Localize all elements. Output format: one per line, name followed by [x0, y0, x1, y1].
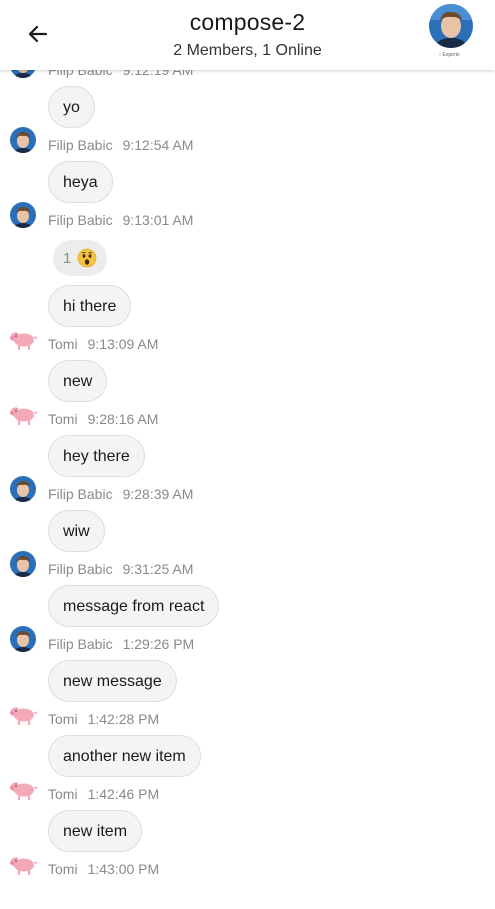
message-meta: Filip Babic 9:12:54 AM: [0, 127, 495, 159]
svg-text:‹: ‹: [439, 52, 441, 58]
message-time: 9:13:09 AM: [87, 336, 159, 352]
reaction-row: 1: [0, 234, 495, 283]
message-bubble[interactable]: wiw: [48, 510, 105, 552]
message-bubble[interactable]: new: [48, 360, 108, 402]
reaction-chip[interactable]: 1: [53, 240, 108, 276]
pig-icon[interactable]: [8, 401, 38, 431]
message-row: wiw: [0, 508, 495, 557]
channel-subtitle: 2 Members, 1 Online: [173, 42, 322, 59]
message-row: new: [0, 358, 495, 407]
message-meta: Tomi 1:42:46 PM: [0, 782, 495, 808]
user-avatar[interactable]: [8, 626, 38, 656]
astonished-face-icon: [78, 248, 97, 268]
sender-name: Tomi: [48, 861, 78, 877]
message-meta: Tomi 9:28:16 AM: [0, 407, 495, 433]
channel-avatar[interactable]: Experts ‹: [427, 4, 475, 64]
avatar-badge-text: Experts: [443, 52, 460, 58]
message-time: 9:31:25 AM: [122, 561, 194, 577]
message-row: message from react: [0, 583, 495, 632]
message-time: 9:28:16 AM: [87, 411, 159, 427]
message-row: yo: [0, 84, 495, 133]
sender-name: Filip Babic: [48, 212, 113, 228]
message-meta: Filip Babic 9:13:01 AM: [0, 202, 495, 234]
sender-name: Filip Babic: [48, 636, 113, 652]
message-time: 1:42:46 PM: [87, 786, 160, 802]
message-meta: Tomi 9:13:09 AM: [0, 332, 495, 358]
user-avatar[interactable]: [8, 551, 38, 581]
message-row: new message: [0, 658, 495, 707]
pig-icon[interactable]: [8, 701, 38, 731]
reaction-count: 1: [63, 249, 72, 267]
sender-name: Filip Babic: [48, 137, 113, 153]
message-bubble[interactable]: new item: [48, 810, 143, 852]
channel-title: compose-2: [189, 9, 306, 35]
message-row: heya: [0, 159, 495, 208]
pig-icon[interactable]: [8, 851, 38, 881]
user-avatar[interactable]: [8, 476, 38, 506]
message-bubble[interactable]: yo: [48, 86, 95, 128]
message-bubble[interactable]: hi there: [48, 285, 132, 327]
message-list[interactable]: Filip Babic 9:12:19 AM yo Filip Babic 9:12…: [0, 52, 495, 883]
user-avatar[interactable]: [8, 202, 38, 232]
message-row: hi there: [0, 283, 495, 332]
sender-name: Tomi: [48, 411, 78, 427]
message-row: new item: [0, 808, 495, 857]
message-time: 1:42:28 PM: [87, 711, 160, 727]
sender-name: Filip Babic: [48, 561, 113, 577]
message-time: 9:13:01 AM: [122, 212, 194, 228]
sender-name: Tomi: [48, 336, 78, 352]
sender-name: Filip Babic: [48, 486, 113, 502]
chat-header: compose-2 2 Members, 1 Online Experts ‹: [0, 0, 495, 70]
message-time: 9:12:54 AM: [122, 137, 194, 153]
message-row: another new item: [0, 733, 495, 782]
pig-icon[interactable]: [8, 776, 38, 806]
message-bubble[interactable]: another new item: [48, 735, 201, 777]
message-time: 1:29:26 PM: [122, 636, 195, 652]
sender-name: Tomi: [48, 711, 78, 727]
message-bubble[interactable]: new message: [48, 660, 177, 702]
chat-screen: compose-2 2 Members, 1 Online Experts ‹: [0, 0, 495, 909]
message-time: 1:43:00 PM: [87, 861, 160, 877]
message-time: 9:28:39 AM: [122, 486, 194, 502]
message-meta: Filip Babic 9:31:25 AM: [0, 551, 495, 583]
message-meta: Filip Babic 1:29:26 PM: [0, 626, 495, 658]
message-meta: Filip Babic 9:28:39 AM: [0, 476, 495, 508]
message-row: hey there: [0, 433, 495, 482]
pig-icon[interactable]: [8, 326, 38, 356]
message-meta: Tomi 1:42:28 PM: [0, 707, 495, 733]
sender-name: Tomi: [48, 786, 78, 802]
user-avatar[interactable]: [8, 127, 38, 157]
message-meta: Tomi 1:43:00 PM: [0, 857, 495, 883]
message-bubble[interactable]: heya: [48, 161, 113, 203]
message-bubble[interactable]: message from react: [48, 585, 220, 627]
message-bubble[interactable]: hey there: [48, 435, 145, 477]
